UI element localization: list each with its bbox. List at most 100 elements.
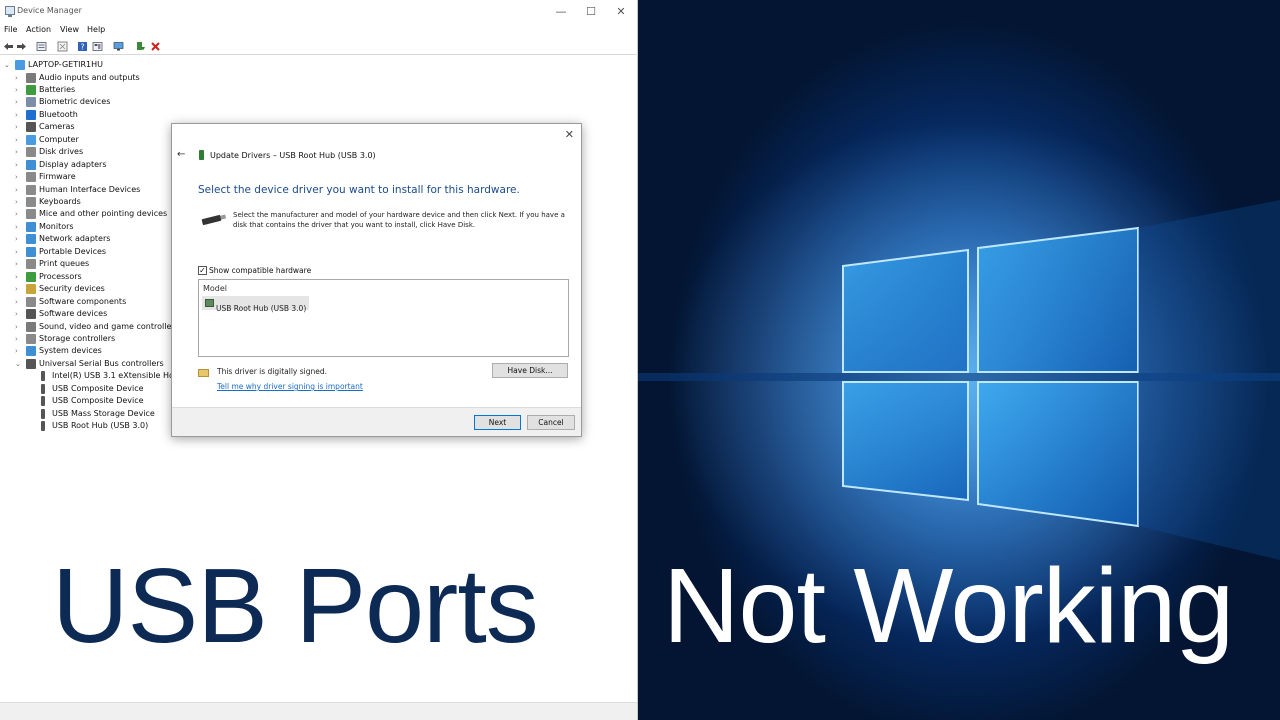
chevron-right-icon[interactable]: › (15, 322, 18, 332)
biometric-icon (26, 97, 36, 108)
tree-root-label: LAPTOP-GETIR1HU (28, 60, 103, 69)
chevron-right-icon[interactable]: › (15, 222, 18, 232)
usb-plug-icon (41, 396, 45, 407)
scan-icon[interactable] (57, 41, 68, 52)
cancel-button[interactable]: Cancel (527, 415, 575, 430)
chevron-right-icon[interactable]: › (15, 197, 18, 207)
caption-right: Not Working (663, 547, 1234, 665)
help-icon[interactable]: ? (77, 41, 88, 52)
tree-category-label: Audio inputs and outputs (39, 72, 140, 82)
chevron-right-icon[interactable]: › (15, 259, 18, 269)
keyboard-icon (26, 197, 36, 207)
status-bar (0, 702, 637, 720)
chevron-right-icon[interactable]: › (15, 346, 18, 356)
storage-icon (26, 333, 36, 344)
usb-plug-icon (41, 371, 45, 382)
chevron-right-icon[interactable]: › (15, 110, 18, 120)
tree-category-label: Network adapters (39, 234, 111, 244)
svg-text:?: ? (80, 43, 84, 52)
tree-category-label: Portable Devices (39, 246, 107, 256)
next-button[interactable]: Next (474, 415, 521, 430)
forward-icon[interactable] (16, 41, 27, 52)
usb-controller-icon (26, 358, 36, 369)
chevron-down-icon[interactable]: ⌄ (15, 359, 21, 369)
minimize-button[interactable]: — (546, 0, 576, 23)
properties-icon[interactable] (36, 41, 47, 52)
tree-category-label: Human Interface Devices (39, 184, 141, 194)
tree-category-label: Display adapters (39, 159, 107, 169)
menu-help[interactable]: Help (87, 25, 105, 34)
tree-category-label: Storage controllers (39, 333, 116, 343)
menu-view[interactable]: View (60, 25, 79, 34)
security-icon (26, 284, 36, 295)
chevron-right-icon[interactable]: › (15, 160, 18, 170)
speaker-icon (26, 72, 36, 83)
hid-icon (26, 184, 36, 195)
model-listbox[interactable]: Model USB Root Hub (USB 3.0) (198, 279, 569, 357)
chevron-right-icon[interactable]: › (15, 247, 18, 257)
update-driver-icon[interactable] (135, 41, 146, 52)
usb-plug-icon (201, 214, 222, 226)
have-disk-button[interactable]: Have Disk... (492, 363, 568, 378)
tree-category-label: System devices (39, 346, 102, 356)
tree-category-label: Computer (39, 134, 79, 144)
tree-category-label: Print queues (39, 259, 90, 269)
monitor-icon[interactable] (113, 41, 124, 52)
chevron-right-icon[interactable]: › (15, 297, 18, 307)
usb-device-label: USB Composite Device (52, 396, 144, 406)
chevron-right-icon[interactable]: › (15, 135, 18, 145)
back-arrow-icon[interactable]: ← (177, 149, 185, 160)
tree-category-label: Software components (39, 296, 127, 306)
software-device-icon (26, 309, 36, 320)
back-icon[interactable] (3, 41, 14, 52)
chevron-right-icon[interactable]: › (15, 97, 18, 107)
chevron-right-icon[interactable]: › (15, 272, 18, 282)
model-list-item-label: USB Root Hub (USB 3.0) (216, 304, 307, 313)
menu-bar: File Action View Help (0, 23, 638, 37)
driver-signing-link[interactable]: Tell me why driver signing is important (217, 382, 363, 391)
portable-icon (26, 246, 36, 257)
model-list-item[interactable]: USB Root Hub (USB 3.0) (202, 296, 310, 313)
system-icon (26, 346, 36, 357)
toolbar: ? (0, 38, 638, 55)
tree-category-label: Firmware (39, 172, 76, 182)
uninstall-icon[interactable] (150, 41, 161, 52)
usb-plug-icon (41, 408, 45, 419)
maximize-button[interactable]: ☐ (576, 0, 606, 23)
dialog-title: Update Drivers – USB Root Hub (USB 3.0) (210, 151, 376, 160)
tree-category-label: Sound, video and game controllers (39, 321, 179, 331)
close-button[interactable]: ✕ (606, 0, 636, 23)
tree-category-label: Universal Serial Bus controllers (39, 358, 164, 368)
chevron-down-icon[interactable]: ⌄ (4, 60, 10, 70)
chevron-right-icon[interactable]: › (15, 334, 18, 344)
printer-icon (26, 259, 36, 270)
chevron-right-icon[interactable]: › (15, 209, 18, 219)
tree-category-label: Cameras (39, 122, 75, 132)
chevron-right-icon[interactable]: › (15, 73, 18, 83)
usb-device-icon (199, 150, 204, 160)
show-compatible-label: Show compatible hardware (209, 266, 312, 275)
chevron-right-icon[interactable]: › (15, 284, 18, 294)
menu-file[interactable]: File (4, 25, 17, 34)
title-bar: Device Manager — ☐ ✕ (0, 0, 638, 23)
view-icon[interactable] (92, 41, 103, 52)
mouse-icon (26, 209, 36, 220)
chevron-right-icon[interactable]: › (15, 234, 18, 244)
usb-device-label: USB Root Hub (USB 3.0) (52, 421, 149, 431)
chevron-right-icon[interactable]: › (15, 85, 18, 95)
chevron-right-icon[interactable]: › (15, 122, 18, 132)
tree-category-label: Software devices (39, 309, 108, 319)
show-compatible-checkbox[interactable]: ✓ (198, 266, 207, 275)
chevron-right-icon[interactable]: › (15, 147, 18, 157)
dialog-close-button[interactable]: ✕ (565, 128, 574, 141)
usb-hub-icon (205, 299, 214, 307)
display-adapter-icon (26, 159, 36, 170)
chevron-right-icon[interactable]: › (15, 309, 18, 319)
chevron-right-icon[interactable]: › (15, 172, 18, 182)
processor-icon (26, 271, 36, 282)
usb-plug-icon (41, 383, 45, 394)
chevron-right-icon[interactable]: › (15, 185, 18, 195)
tree-category-label: Bluetooth (39, 109, 78, 119)
menu-action[interactable]: Action (26, 25, 51, 34)
network-icon (26, 234, 36, 245)
